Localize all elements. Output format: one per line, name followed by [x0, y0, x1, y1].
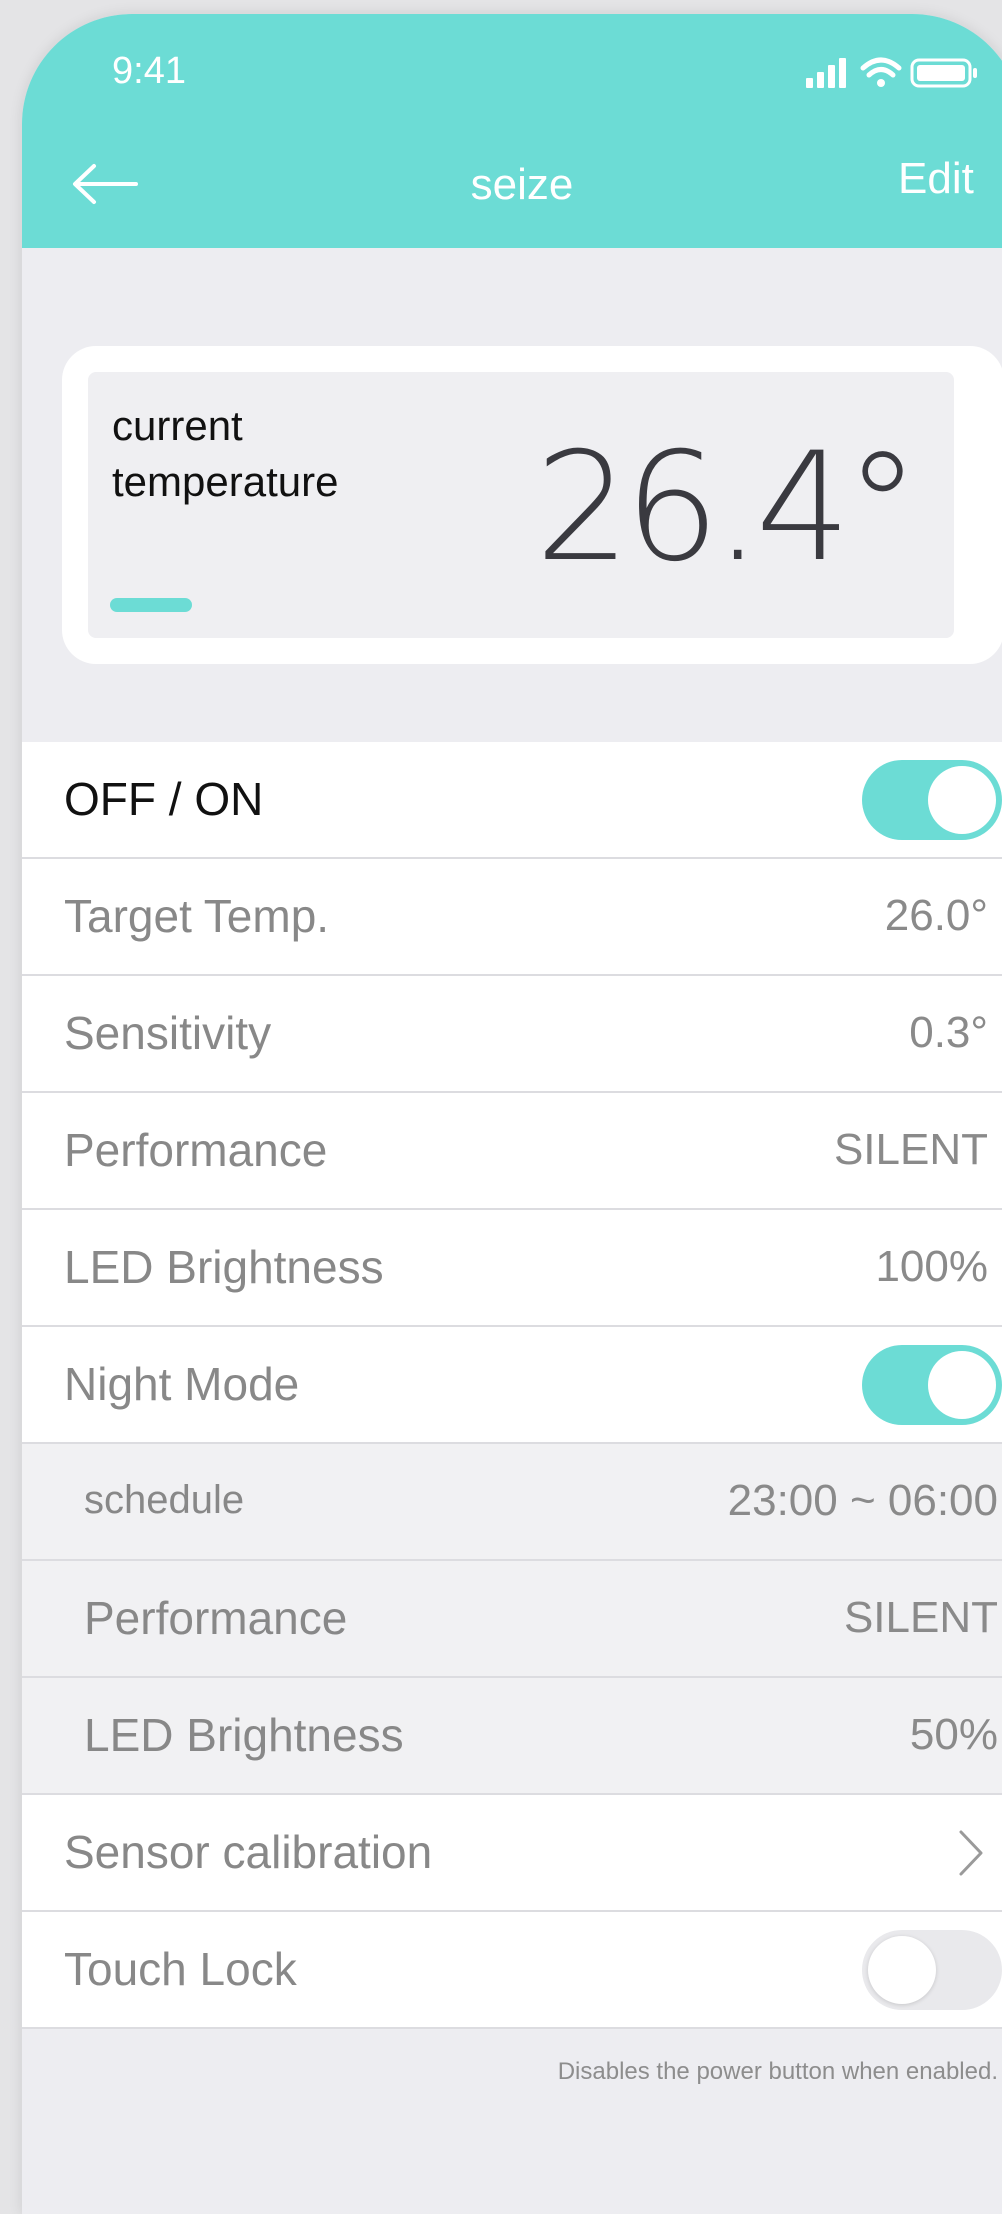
- led-brightness-label: LED Brightness: [64, 1241, 384, 1293]
- signal-icon: [806, 58, 846, 88]
- night-performance-value: SILENT: [843, 1593, 998, 1642]
- performance-label: Performance: [64, 1124, 328, 1176]
- sensitivity-value: 0.3°: [909, 1008, 988, 1057]
- target-temp-row[interactable]: Target Temp. 26.0°: [22, 859, 1002, 976]
- toggle-knob: [868, 1936, 936, 2004]
- night-led-brightness-row[interactable]: LED Brightness 50%: [22, 1678, 1002, 1795]
- touch-lock-toggle[interactable]: [862, 1930, 1002, 2010]
- target-temp-label: Target Temp.: [64, 890, 330, 942]
- led-brightness-value: 100%: [875, 1242, 988, 1291]
- night-performance-row[interactable]: Performance SILENT: [22, 1561, 1002, 1678]
- touch-lock-hint: Disables the power button when enabled.: [557, 2058, 998, 2085]
- performance-value: SILENT: [833, 1125, 988, 1174]
- phone-screen: 9:41 seize Edit current temperature 26.4…: [22, 14, 1002, 2214]
- temperature-card: current temperature 26.4°: [62, 346, 1002, 664]
- power-toggle[interactable]: [862, 760, 1002, 840]
- target-temp-value: 26.0°: [884, 891, 988, 940]
- status-icons: [806, 57, 977, 88]
- temperature-label-line2: temperature: [112, 458, 339, 505]
- temperature-indicator-bar: [110, 598, 192, 612]
- sensor-calibration-row[interactable]: Sensor calibration: [22, 1795, 1002, 1912]
- temperature-label: current temperature: [112, 398, 338, 510]
- battery-icon: [910, 58, 977, 88]
- sensor-calibration-label: Sensor calibration: [64, 1826, 433, 1878]
- night-schedule-row[interactable]: schedule 23:00 ~ 06:00: [22, 1444, 1002, 1561]
- night-mode-row: Night Mode: [22, 1327, 1002, 1444]
- power-row: OFF / ON: [22, 742, 1002, 859]
- led-brightness-row[interactable]: LED Brightness 100%: [22, 1210, 1002, 1327]
- touch-lock-label: Touch Lock: [64, 1943, 297, 1995]
- night-schedule-label: schedule: [84, 1478, 245, 1522]
- night-mode-toggle[interactable]: [862, 1345, 1002, 1425]
- toggle-knob: [928, 766, 996, 834]
- edit-button[interactable]: Edit: [898, 154, 974, 204]
- sensitivity-row[interactable]: Sensitivity 0.3°: [22, 976, 1002, 1093]
- toggle-knob: [928, 1351, 996, 1419]
- touch-lock-row: Touch Lock: [22, 1912, 1002, 2029]
- power-label: OFF / ON: [64, 773, 264, 825]
- chevron-right-icon: [959, 1830, 983, 1876]
- temperature-label-line1: current: [112, 402, 243, 449]
- status-time: 9:41: [112, 50, 186, 92]
- page-title: seize: [470, 160, 574, 209]
- night-led-brightness-value: 50%: [909, 1710, 998, 1759]
- current-temperature-value: 26.4°: [535, 421, 920, 595]
- night-led-brightness-label: LED Brightness: [84, 1709, 404, 1761]
- temperature-panel: current temperature 26.4°: [88, 372, 954, 638]
- wifi-icon: [860, 57, 902, 78]
- performance-row[interactable]: Performance SILENT: [22, 1093, 1002, 1210]
- night-mode-label: Night Mode: [64, 1358, 300, 1410]
- app-header: 9:41 seize Edit: [22, 14, 1002, 248]
- sensitivity-label: Sensitivity: [64, 1007, 272, 1059]
- night-performance-label: Performance: [84, 1592, 348, 1644]
- night-schedule-value: 23:00 ~ 06:00: [727, 1476, 998, 1525]
